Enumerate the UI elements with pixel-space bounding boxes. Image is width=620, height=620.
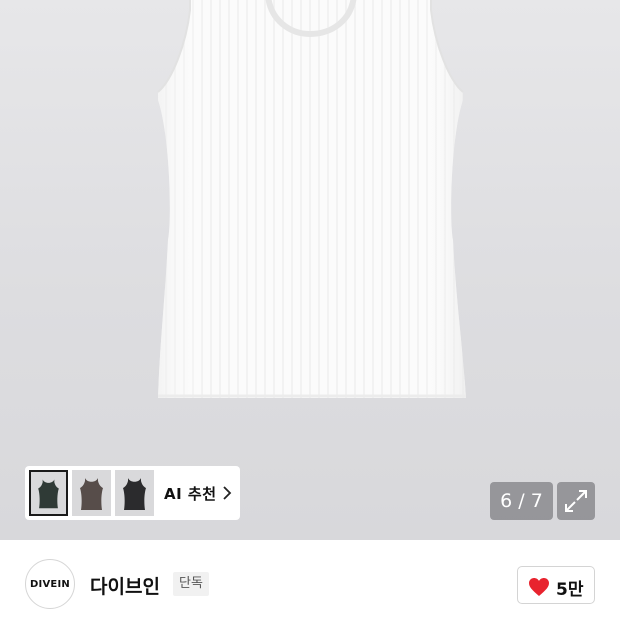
ai-thumb-brown[interactable] (72, 470, 111, 516)
exclusive-badge: 단독 (173, 572, 209, 596)
ai-recommend-panel[interactable]: AI 추천 (25, 466, 240, 520)
ai-thumb-black[interactable] (115, 470, 154, 516)
brand-logo[interactable]: DIVEIN (25, 559, 75, 609)
white-tank-top-photo (157, 0, 466, 398)
like-count: 5만 (556, 580, 584, 600)
brand-name[interactable]: 다이브인 (90, 572, 160, 599)
expand-arrows-icon (565, 490, 587, 512)
chevron-right-icon[interactable] (222, 485, 232, 501)
product-image[interactable]: AI 추천 6 / 7 (0, 0, 620, 540)
ai-thumb-green[interactable] (29, 470, 68, 516)
ai-recommend-label[interactable]: AI 추천 (164, 483, 217, 504)
like-button[interactable]: 5만 (517, 566, 595, 604)
image-counter: 6 / 7 (490, 482, 553, 520)
heart-icon (529, 578, 549, 596)
expand-button[interactable] (557, 482, 595, 520)
